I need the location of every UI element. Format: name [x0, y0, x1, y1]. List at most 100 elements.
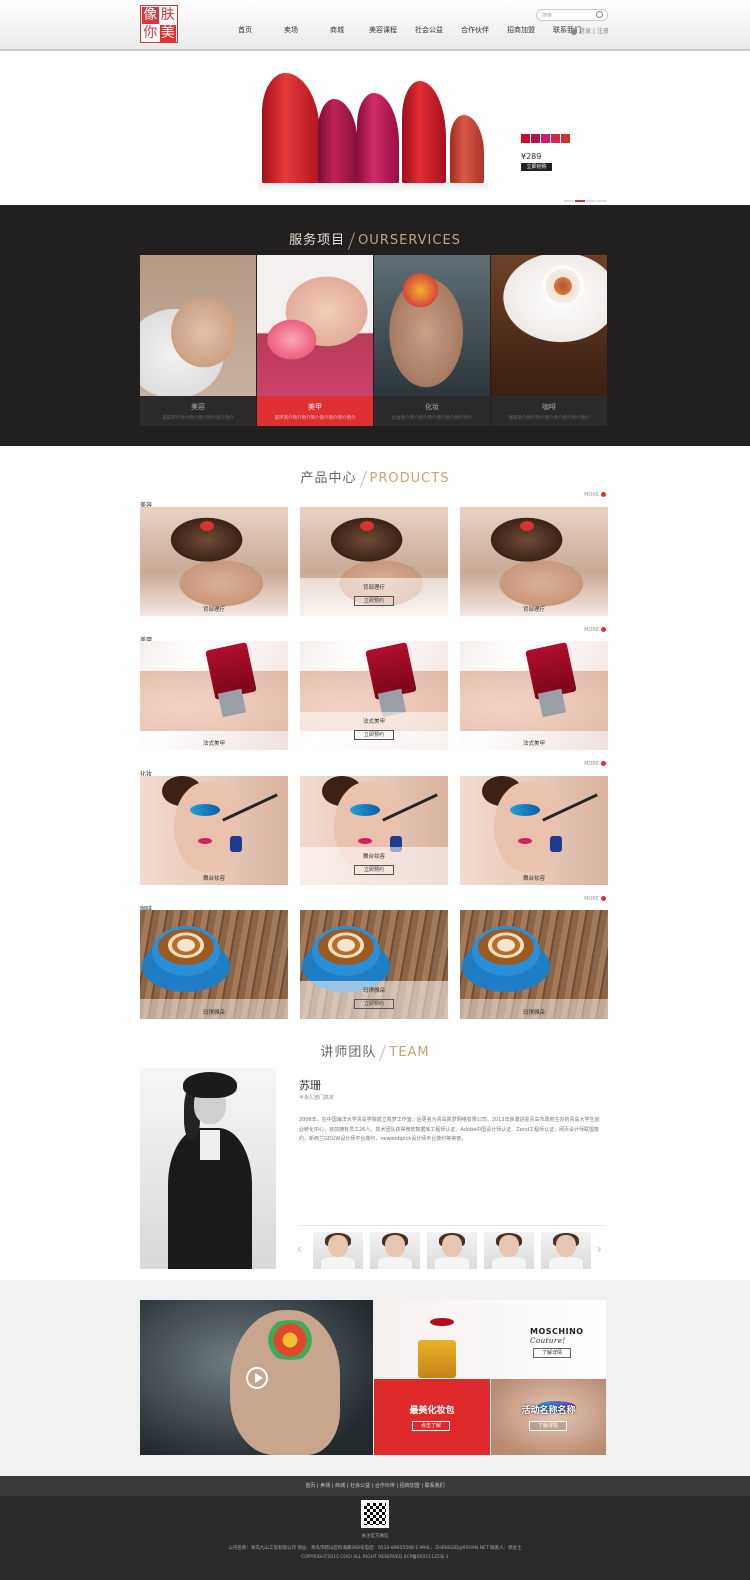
- swatch[interactable]: [541, 134, 550, 143]
- register-link[interactable]: 注册: [597, 28, 609, 35]
- nav-franchise[interactable]: 招商加盟: [498, 25, 544, 35]
- footer-link[interactable]: 联系我们: [425, 1483, 445, 1489]
- product-card[interactable]: 背部理疗: [460, 507, 608, 616]
- chevron-right-icon[interactable]: ›: [597, 1242, 602, 1256]
- teacher-thumb[interactable]: [541, 1232, 591, 1269]
- nav-partners[interactable]: 合作伙伴: [452, 25, 498, 35]
- more-link[interactable]: MORE: [584, 492, 606, 498]
- product-name: 背部理疗: [362, 585, 385, 591]
- teacher-thumb[interactable]: [370, 1232, 420, 1269]
- shirt: [492, 1257, 526, 1269]
- eyeshadow: [190, 804, 220, 816]
- book-now-button[interactable]: 立即预约: [354, 730, 394, 740]
- promo-event[interactable]: 活动名称名称 了解详情: [491, 1379, 606, 1455]
- team-title-en: TEAM: [389, 1045, 430, 1060]
- footer-link[interactable]: 社会公益: [350, 1483, 370, 1489]
- service-desc: 美甲简介简介简介简介简介简介简介简介: [274, 416, 356, 421]
- promo-title: 最美化妆包: [409, 1406, 455, 1416]
- product-card[interactable]: 背部理疗: [140, 507, 288, 616]
- learn-more-button[interactable]: 了解详情: [529, 1421, 567, 1431]
- more-link[interactable]: MORE: [584, 761, 606, 767]
- color-swatches: [521, 134, 570, 143]
- carousel-dot-active[interactable]: [575, 200, 585, 202]
- chevron-left-icon[interactable]: ‹: [297, 1242, 302, 1256]
- product-card-hover[interactable]: 背部理疗 立即预约: [300, 507, 448, 616]
- cosmetic-jar: [230, 836, 242, 852]
- product-card-hover[interactable]: 法式美甲 立即预约: [300, 641, 448, 750]
- learn-more-button[interactable]: 了解详情: [533, 1348, 571, 1358]
- product-name: 舞台妆容: [202, 876, 225, 882]
- play-icon[interactable]: [246, 1367, 268, 1389]
- promo-video[interactable]: [140, 1300, 373, 1455]
- carousel-dot[interactable]: [597, 200, 607, 202]
- service-cards: 美容 美容简介简介简介简介简介简介简介 美甲 美甲简介简介简介简介简介简介简介简介 …: [140, 255, 607, 426]
- promo-title: 活动名称名称: [521, 1406, 576, 1416]
- service-title: 咖啡: [542, 403, 556, 411]
- service-card-beauty[interactable]: 美容 美容简介简介简介简介简介简介简介: [140, 255, 256, 426]
- swatch[interactable]: [561, 134, 570, 143]
- search-input[interactable]: 搜索: [536, 9, 608, 21]
- service-title: 化妆: [425, 403, 439, 411]
- carousel-dot[interactable]: [586, 200, 596, 202]
- nav-market[interactable]: 卖场: [268, 25, 314, 35]
- swatch[interactable]: [551, 134, 560, 143]
- eyeshadow: [350, 804, 380, 816]
- lipstick-image: [402, 81, 446, 185]
- service-card-makeup[interactable]: 化妆 化妆简介简介简介简介简介简介简介简介: [374, 255, 490, 426]
- product-name: 舞台妆容: [362, 854, 385, 860]
- polish-cap: [217, 688, 247, 718]
- footer-link[interactable]: 卖场: [320, 1483, 330, 1489]
- swatch[interactable]: [521, 134, 530, 143]
- teacher-thumb[interactable]: [313, 1232, 363, 1269]
- service-card-coffee[interactable]: 咖啡咖啡简介简介简介简介简介简介简介简介: [491, 255, 607, 426]
- footer-link[interactable]: 首页: [305, 1483, 315, 1489]
- product-card-hover[interactable]: 玛琪雅朵 立即预约: [300, 910, 448, 1019]
- search-icon[interactable]: [596, 11, 603, 18]
- book-now-button[interactable]: 立即预约: [354, 865, 394, 875]
- nav-mall[interactable]: 商城: [314, 25, 360, 35]
- product-card[interactable]: 法式美甲: [460, 641, 608, 750]
- product-card[interactable]: 玛琪雅朵: [140, 910, 288, 1019]
- login-link[interactable]: 登录: [579, 28, 591, 35]
- hero-banner[interactable]: [0, 51, 750, 205]
- more-link[interactable]: MORE: [584, 627, 606, 633]
- divider: [299, 1225, 604, 1226]
- promo-moschino[interactable]: MOSCHINO Couture! 了解详情: [374, 1300, 606, 1378]
- products-title: 产品中心 PRODUCTS: [0, 467, 750, 488]
- product-card[interactable]: 法式美甲: [140, 641, 288, 750]
- footer-link[interactable]: 商城: [335, 1483, 345, 1489]
- category-header-makeup: 化妆 MORE: [140, 761, 606, 778]
- nav-courses[interactable]: 美容课程: [360, 25, 406, 35]
- teacher-carousel: ‹ ›: [297, 1232, 607, 1270]
- product-card[interactable]: 玛琪雅朵: [460, 910, 608, 1019]
- buy-now-button[interactable]: 立即抢购: [521, 163, 552, 171]
- product-card-hover[interactable]: 舞台妆容 立即预约: [300, 776, 448, 885]
- teacher-thumb[interactable]: [427, 1232, 477, 1269]
- more-link[interactable]: MORE: [584, 896, 606, 902]
- footer-link[interactable]: 合作伙伴: [375, 1483, 395, 1489]
- product-name: 玛琪雅朵: [522, 1010, 545, 1016]
- product-row-coffee: 玛琪雅朵 玛琪雅朵 立即预约 玛琪雅朵: [140, 910, 608, 1019]
- product-card[interactable]: 舞台妆容: [140, 776, 288, 885]
- title-slash: [379, 1043, 387, 1062]
- click-learn-button[interactable]: 点击了解: [412, 1421, 450, 1431]
- services-title-cn: 服务项目: [289, 233, 346, 248]
- main-nav: 首页 卖场 商城 美容课程 社会公益 合作伙伴 招商加盟 联系我们: [222, 25, 590, 35]
- book-now-button[interactable]: 立即预约: [354, 999, 394, 1009]
- title-slash: [348, 231, 356, 250]
- site-logo[interactable]: 像 肤 你 美: [140, 5, 178, 43]
- product-card[interactable]: 舞台妆容: [460, 776, 608, 885]
- product-name: 舞台妆容: [522, 876, 545, 882]
- service-desc: 咖啡简介简介简介简介简介简介简介简介: [508, 416, 590, 421]
- nav-charity[interactable]: 社会公益: [406, 25, 452, 35]
- footer-link[interactable]: 招商加盟: [400, 1483, 420, 1489]
- promo-makeup-bag[interactable]: 最美化妆包 点击了解: [374, 1379, 490, 1455]
- service-card-nail[interactable]: 美甲 美甲简介简介简介简介简介简介简介简介: [257, 255, 373, 426]
- carousel-dot[interactable]: [564, 200, 574, 202]
- service-desc: 美容简介简介简介简介简介简介简介: [162, 416, 234, 421]
- nav-home[interactable]: 首页: [222, 25, 268, 35]
- swatch[interactable]: [531, 134, 540, 143]
- teacher-thumb[interactable]: [484, 1232, 534, 1269]
- banner-price: ¥289: [521, 152, 542, 161]
- book-now-button[interactable]: 立即预约: [354, 596, 394, 606]
